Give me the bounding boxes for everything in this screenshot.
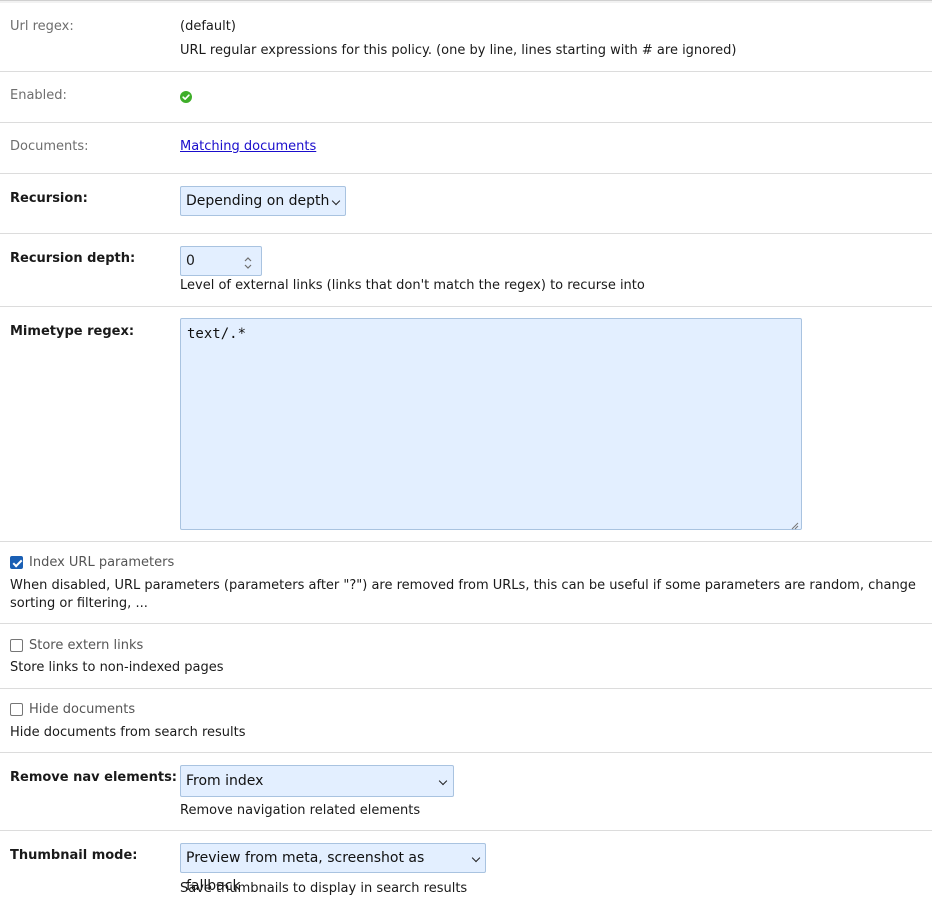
recursion-depth-value: 0: [186, 253, 195, 269]
recursion-select[interactable]: Depending on depth: [180, 186, 346, 216]
remove-nav-help: Remove navigation related elements: [180, 803, 421, 818]
resize-grip-icon[interactable]: [790, 518, 799, 530]
mimetype-regex-row: Mimetype regex: text/.*: [0, 307, 932, 542]
chevron-down-icon: [438, 776, 448, 786]
recursion-row: Recursion: Depending on depth: [0, 174, 932, 234]
chevron-down-icon: [471, 853, 481, 863]
matching-documents-link[interactable]: Matching documents: [180, 139, 316, 154]
hide-documents-help: Hide documents from search results: [10, 725, 246, 740]
enabled-label: Enabled:: [10, 88, 67, 103]
thumbnail-mode-label: Thumbnail mode:: [10, 848, 138, 863]
thumbnail-mode-select[interactable]: Preview from meta, screenshot as fallbac…: [180, 843, 486, 894]
thumbnail-mode-help: Save thumbnails to display in search res…: [180, 881, 468, 896]
store-extern-links-checkbox[interactable]: [10, 639, 23, 652]
index-url-params-checkbox[interactable]: [10, 556, 23, 569]
store-extern-links-row: Store extern links Store links to non-in…: [0, 624, 932, 689]
mimetype-regex-label: Mimetype regex:: [10, 324, 135, 339]
mimetype-regex-textarea[interactable]: text/.*: [180, 318, 802, 530]
url-regex-row: Url regex: (default) URL regular express…: [0, 3, 932, 72]
recursion-depth-row: Recursion depth: 0 Level of external lin…: [0, 234, 932, 307]
check-circle-icon: [180, 91, 192, 103]
recursion-label: Recursion:: [10, 191, 88, 206]
documents-row: Documents: Matching documents: [0, 123, 932, 174]
remove-nav-select[interactable]: From index: [180, 765, 454, 797]
url-regex-value: (default): [180, 19, 236, 34]
number-spinner-icon[interactable]: [243, 253, 253, 269]
thumbnail-mode-row: Thumbnail mode: Preview from meta, scree…: [0, 831, 932, 908]
url-regex-help: URL regular expressions for this policy.…: [180, 43, 737, 58]
index-url-params-label: Index URL parameters: [29, 555, 175, 570]
hide-documents-label: Hide documents: [29, 702, 136, 717]
hide-documents-checkbox[interactable]: [10, 703, 23, 716]
hide-documents-row: Hide documents Hide documents from searc…: [0, 689, 932, 753]
url-regex-label: Url regex:: [10, 19, 74, 34]
recursion-selected-value: Depending on depth: [186, 193, 330, 209]
index-url-params-help: When disabled, URL parameters (parameter…: [10, 578, 916, 611]
recursion-depth-input[interactable]: 0: [180, 246, 262, 276]
chevron-down-icon: [331, 196, 341, 206]
store-extern-links-label: Store extern links: [29, 638, 144, 653]
enabled-row: Enabled:: [0, 72, 932, 123]
recursion-depth-label: Recursion depth:: [10, 251, 136, 266]
remove-nav-row: Remove nav elements: From index Remove n…: [0, 753, 932, 831]
remove-nav-label: Remove nav elements:: [10, 770, 178, 785]
store-extern-links-help: Store links to non-indexed pages: [10, 660, 224, 675]
mimetype-regex-value: text/.*: [187, 326, 247, 342]
recursion-depth-help: Level of external links (links that don'…: [180, 278, 645, 293]
documents-label: Documents:: [10, 139, 89, 154]
index-url-params-row: Index URL parameters When disabled, URL …: [0, 542, 932, 624]
remove-nav-selected-value: From index: [186, 773, 264, 789]
